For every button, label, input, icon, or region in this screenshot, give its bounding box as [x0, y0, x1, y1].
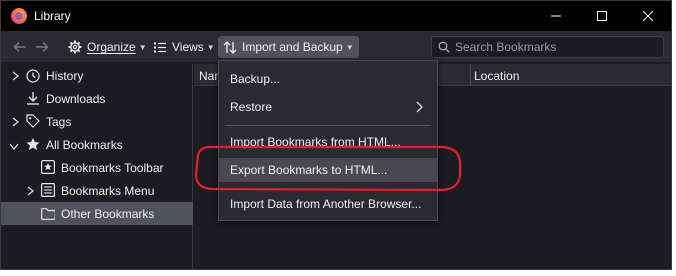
window-title: Library — [34, 9, 71, 23]
firefox-logo-icon — [11, 8, 27, 24]
back-button[interactable] — [11, 38, 29, 56]
tree-item-downloads[interactable]: Downloads — [1, 87, 193, 110]
tree-item-label: Other Bookmarks — [61, 207, 155, 221]
tree-item-label: All Bookmarks — [46, 138, 123, 152]
menu-item-label: Backup... — [230, 72, 281, 86]
close-button[interactable] — [625, 1, 671, 31]
download-icon — [26, 91, 40, 105]
toolbar-folder-icon — [41, 160, 55, 174]
library-toolbar: Organize ▼ Views ▼ Import and Backup ▼ — [1, 31, 671, 63]
tree-item-bookmarks-menu[interactable]: Bookmarks Menu — [1, 179, 193, 202]
gear-icon — [68, 40, 82, 54]
menu-item-label: Export Bookmarks to HTML... — [230, 163, 388, 177]
menu-item-backup[interactable]: Backup... — [219, 67, 437, 91]
folder-icon — [41, 207, 55, 221]
maximize-icon — [597, 11, 607, 21]
chevron-right-icon[interactable] — [10, 71, 20, 81]
forward-button[interactable] — [33, 38, 51, 56]
menu-folder-icon — [41, 183, 55, 197]
views-label: Views — [172, 40, 204, 54]
arrow-right-icon — [36, 42, 49, 52]
clock-icon — [26, 69, 40, 83]
import-export-arrows-icon — [223, 40, 237, 54]
search-icon — [438, 41, 450, 53]
column-divider[interactable] — [470, 64, 471, 86]
library-window: Library Organize ▼ Views ▼ Import and Ba… — [0, 0, 672, 270]
menu-separator — [225, 189, 431, 190]
organize-button[interactable]: Organize ▼ — [63, 36, 152, 58]
star-icon — [26, 137, 40, 151]
places-tree: History Downloads Tags All Bookmarks Boo… — [1, 64, 193, 269]
menu-item-label: Import Data from Another Browser... — [230, 197, 422, 211]
chevron-right-icon — [416, 101, 423, 116]
tree-item-label: Downloads — [46, 92, 106, 106]
import-backup-label: Import and Backup — [242, 40, 343, 54]
tag-icon — [26, 114, 40, 128]
search-box[interactable] — [431, 36, 664, 58]
menu-item-import-html[interactable]: Import Bookmarks from HTML... — [219, 130, 437, 154]
minimize-icon — [551, 15, 561, 17]
menu-item-export-html[interactable]: Export Bookmarks to HTML... — [219, 158, 437, 182]
chevron-down-icon: ▼ — [138, 42, 147, 52]
organize-label: Organize — [87, 40, 136, 54]
maximize-button[interactable] — [579, 1, 625, 31]
tree-item-label: Tags — [46, 115, 72, 129]
column-location[interactable]: Location — [474, 69, 519, 83]
tree-item-history[interactable]: History — [1, 64, 193, 87]
search-input[interactable] — [455, 40, 655, 54]
import-backup-menu: Backup... Restore Import Bookmarks from … — [218, 60, 438, 221]
tree-item-label: Bookmarks Menu — [61, 184, 155, 198]
title-bar: Library — [1, 1, 671, 31]
minimize-button[interactable] — [533, 1, 579, 31]
chevron-right-icon[interactable] — [25, 186, 35, 196]
chevron-right-icon[interactable] — [10, 117, 20, 127]
chevron-down-icon: ▼ — [345, 42, 354, 52]
menu-item-label: Import Bookmarks from HTML... — [230, 135, 401, 149]
tree-item-tags[interactable]: Tags — [1, 110, 193, 133]
import-backup-button[interactable]: Import and Backup ▼ — [218, 36, 359, 58]
tree-item-label: Bookmarks Toolbar — [61, 161, 164, 175]
arrow-left-icon — [13, 42, 26, 52]
chevron-down-icon: ▼ — [206, 42, 215, 52]
views-button[interactable]: Views ▼ — [149, 36, 220, 58]
tree-item-bookmarks-toolbar[interactable]: Bookmarks Toolbar — [1, 156, 193, 179]
menu-item-restore[interactable]: Restore — [219, 95, 437, 119]
menu-item-label: Restore — [230, 100, 273, 114]
chevron-down-icon[interactable] — [9, 141, 19, 151]
list-view-icon — [154, 42, 166, 52]
close-icon — [643, 11, 653, 21]
menu-item-import-browser[interactable]: Import Data from Another Browser... — [219, 192, 437, 216]
tree-item-label: History — [46, 69, 84, 83]
menu-separator — [225, 125, 431, 126]
tree-item-all-bookmarks[interactable]: All Bookmarks — [1, 133, 193, 156]
tree-item-other-bookmarks[interactable]: Other Bookmarks — [1, 202, 193, 225]
